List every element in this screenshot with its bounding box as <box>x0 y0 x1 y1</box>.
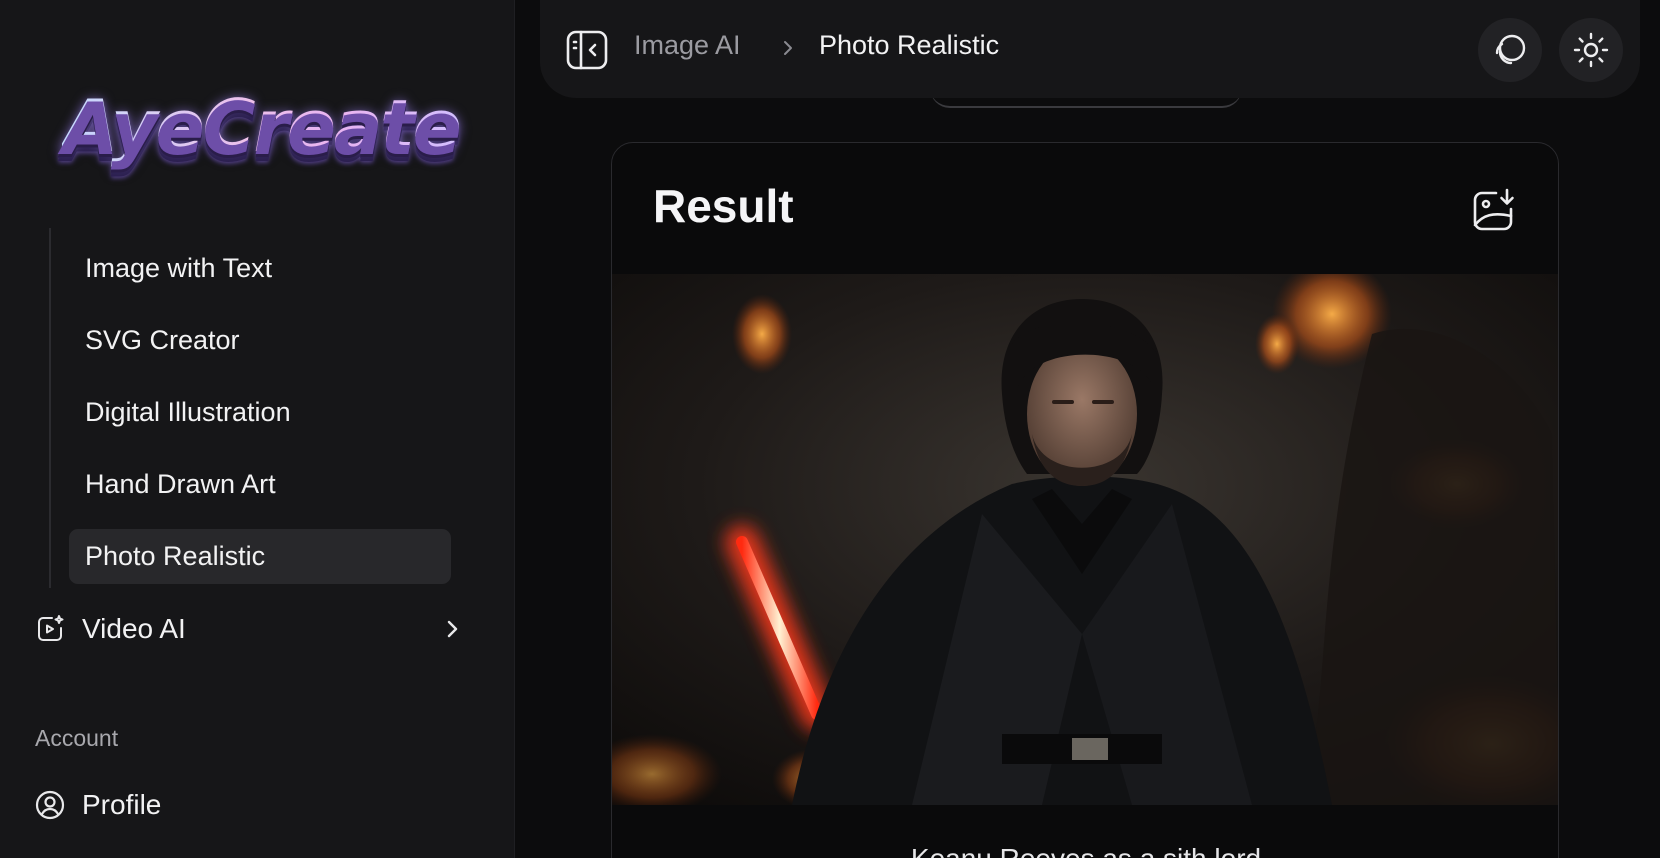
sidebar-toggle-icon[interactable] <box>565 28 609 72</box>
subnav-item-label: Photo Realistic <box>85 541 266 571</box>
video-sparkle-icon <box>34 613 66 645</box>
result-card: Result <box>611 142 1559 858</box>
subnav-item-image-with-text[interactable]: Image with Text <box>69 241 451 296</box>
loop-icon <box>1495 34 1526 65</box>
subnav-item-label: Digital Illustration <box>85 397 291 427</box>
result-image[interactable] <box>612 274 1559 805</box>
subnav-item-hand-drawn-art[interactable]: Hand Drawn Art <box>69 457 451 512</box>
sidebar: AyeCreate Image with Text SVG Creator Di… <box>0 0 515 858</box>
loop-button[interactable] <box>1478 18 1542 82</box>
image-download-icon[interactable] <box>1470 187 1518 235</box>
subnav-divider <box>49 228 51 588</box>
nav-item-label: Video AI <box>82 613 186 644</box>
breadcrumb-current: Photo Realistic <box>819 30 1000 60</box>
subnav-item-label: Image with Text <box>85 253 273 283</box>
section-label-account: Account <box>35 725 119 751</box>
nav-item-video-ai[interactable]: Video AI <box>34 605 484 653</box>
subnav-item-label: Hand Drawn Art <box>85 469 276 499</box>
theme-toggle-button[interactable] <box>1559 18 1623 82</box>
result-title: Result <box>653 180 794 232</box>
result-caption: Keanu Reeves as a sith lord <box>612 843 1558 858</box>
subnav-item-svg-creator[interactable]: SVG Creator <box>69 313 451 368</box>
chevron-right-icon <box>447 620 458 638</box>
sun-icon <box>1573 32 1609 68</box>
chevron-right-icon <box>784 41 792 55</box>
nav-item-profile[interactable]: Profile <box>34 781 484 829</box>
subnav-item-digital-illustration[interactable]: Digital Illustration <box>69 385 451 440</box>
logo[interactable]: AyeCreate <box>62 56 461 196</box>
user-circle-icon <box>34 789 66 821</box>
breadcrumb-parent[interactable]: Image AI <box>634 30 741 61</box>
subnav-item-photo-realistic[interactable]: Photo Realistic <box>69 529 451 584</box>
subnav-item-label: SVG Creator <box>85 325 240 355</box>
topbar: Image AI Photo Realistic <box>540 0 1640 98</box>
logo-text: AyeCreate <box>62 84 461 168</box>
nav-item-label: Profile <box>82 789 162 820</box>
